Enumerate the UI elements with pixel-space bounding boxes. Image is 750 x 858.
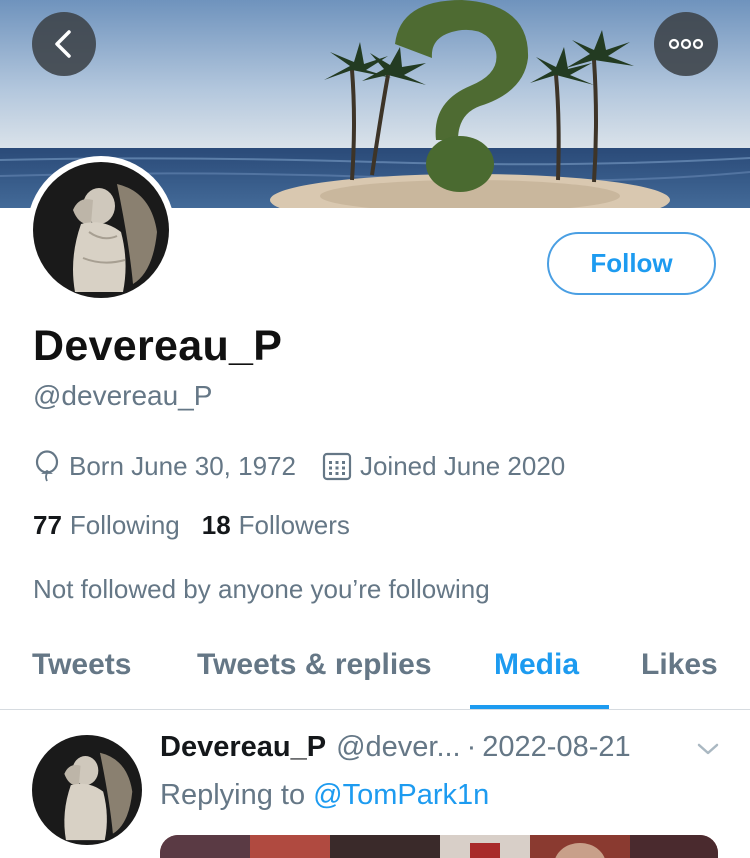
tweet-media-image (160, 835, 718, 858)
tweet-separator: · (466, 731, 477, 763)
profile-tabs: Tweets Tweets & replies Media Likes (0, 628, 750, 710)
chevron-left-icon (55, 30, 71, 58)
tweet-author-name[interactable]: Devereau_P (160, 731, 326, 764)
replying-to: Replying to @TomPark1n (160, 779, 489, 812)
active-tab-indicator (470, 705, 609, 709)
calendar-icon (322, 452, 352, 481)
replying-prefix: Replying to (160, 779, 306, 811)
tweet-media[interactable] (160, 835, 718, 858)
follow-button[interactable]: Follow (547, 232, 716, 295)
chevron-down-icon (697, 743, 719, 755)
profile-display-name: Devereau_P (33, 322, 283, 370)
followers-label: Followers (238, 510, 350, 540)
replying-to-link[interactable]: @TomPark1n (313, 779, 489, 811)
avatar-image (33, 162, 169, 298)
more-button[interactable] (654, 12, 718, 76)
tab-tweets-replies[interactable]: Tweets & replies (197, 648, 432, 682)
following-link[interactable]: 77 Following (33, 510, 180, 541)
tweet-avatar[interactable] (32, 735, 142, 845)
back-button[interactable] (32, 12, 96, 76)
balloon-icon (35, 450, 59, 482)
more-dots-icon (668, 38, 704, 50)
tweet-avatar-image (32, 735, 142, 845)
profile-handle: @devereau_P (33, 380, 213, 411)
followers-link[interactable]: 18 Followers (202, 510, 350, 541)
birth-date: Born June 30, 1972 (33, 450, 296, 482)
profile-meta: Born June 30, 1972 Joined June 2020 (33, 450, 565, 482)
birth-date-text: Born June 30, 1972 (69, 450, 296, 481)
joined-date-text: Joined June 2020 (359, 450, 566, 481)
joined-date: Joined June 2020 (322, 451, 565, 482)
following-label: Following (69, 510, 180, 540)
followers-count: 18 (201, 510, 231, 540)
profile-avatar[interactable] (27, 156, 175, 304)
tweet-author-handle[interactable]: @dever... (336, 731, 461, 764)
tweet-date[interactable]: 2022-08-21 (482, 731, 630, 764)
tweet-header: Devereau_P @dever... · 2022-08-21 (160, 731, 631, 764)
tab-likes[interactable]: Likes (641, 648, 718, 682)
tab-tweets[interactable]: Tweets (32, 648, 131, 682)
follow-stats: 77 Following 18 Followers (33, 510, 350, 541)
tweet-item[interactable]: Devereau_P @dever... · 2022-08-21 Replyi… (0, 711, 750, 858)
followed-by-note: Not followed by anyone you’re following (33, 574, 490, 604)
tweet-menu-button[interactable] (696, 741, 720, 762)
following-count: 77 (33, 510, 62, 540)
tab-media[interactable]: Media (494, 648, 579, 682)
